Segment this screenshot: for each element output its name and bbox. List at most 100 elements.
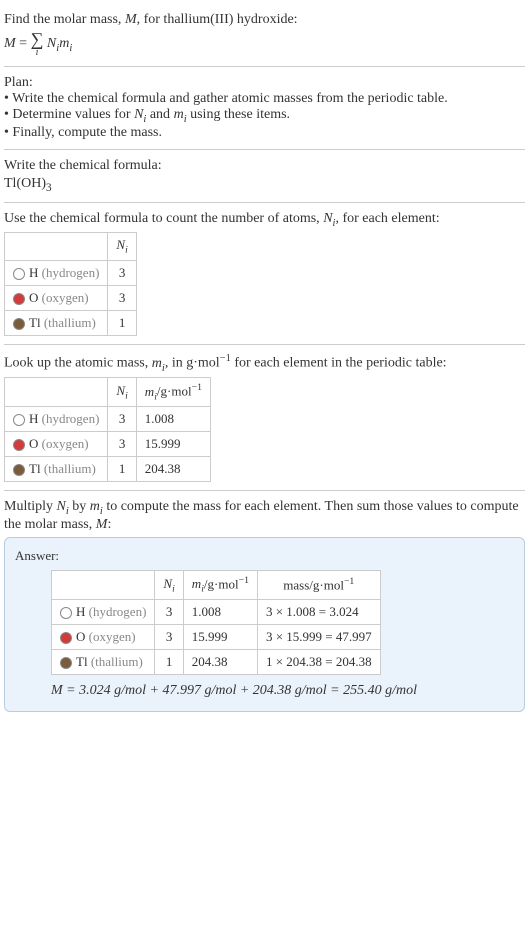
exp-neg1b: −1 xyxy=(192,382,202,393)
var-M3: M xyxy=(96,517,108,532)
intro-line1: Find the molar mass, M, for thallium(III… xyxy=(4,12,525,28)
lookup-heading: Look up the atomic mass, mi, in g·mol−1 … xyxy=(4,353,525,373)
N-h: N xyxy=(116,237,125,252)
N-h2: N xyxy=(116,383,125,398)
el-sym: H xyxy=(76,604,85,619)
table-row: H (hydrogen) 3 1.008 xyxy=(5,407,211,432)
m-letter4: m xyxy=(90,499,100,514)
calc-cell: 3 × 15.999 = 47.997 xyxy=(257,625,380,650)
var-mi-plan: mi xyxy=(174,107,187,122)
calc-cell: 3 × 1.008 = 3.024 xyxy=(257,600,380,625)
element-swatch-icon xyxy=(60,632,72,644)
element-cell: Tl (thallium) xyxy=(5,457,108,482)
el-name: (oxygen) xyxy=(42,290,89,305)
el-sym: Tl xyxy=(29,461,41,476)
element-swatch-icon xyxy=(13,293,25,305)
molar-mass-formula: M = ∑i Nimi xyxy=(4,30,525,58)
empty-header xyxy=(52,571,155,600)
plan-b2b: and xyxy=(146,107,173,122)
table-row: O (oxygen) 3 15.999 xyxy=(5,432,211,457)
table-row: O (oxygen) 3 xyxy=(5,285,137,310)
m-letter3: m xyxy=(152,356,162,371)
el-sym: O xyxy=(76,629,85,644)
multiply-heading: Multiply Ni by mi to compute the mass fo… xyxy=(4,499,525,533)
plan-bullet-2: • Determine values for Ni and mi using t… xyxy=(4,107,525,125)
unit-text: /g·mol xyxy=(157,384,192,399)
plan-heading: Plan: xyxy=(4,75,525,91)
element-cell: H (hydrogen) xyxy=(52,600,155,625)
plan-bullet-3: • Finally, compute the mass. xyxy=(4,125,525,141)
unit-text2: /g·mol xyxy=(204,576,239,591)
n-cell: 3 xyxy=(108,432,136,457)
mass-h-text: mass/g·mol xyxy=(283,578,344,593)
el-sym: O xyxy=(29,436,38,451)
n-cell: 3 xyxy=(108,260,136,285)
table-row: H (hydrogen) 3 1.008 3 × 1.008 = 3.024 xyxy=(52,600,381,625)
table-row: Tl (thallium) 1 204.38 xyxy=(5,457,211,482)
m-h: m xyxy=(145,384,154,399)
lookup-section: Look up the atomic mass, mi, in g·mol−1 … xyxy=(4,345,525,491)
plan-b2a: • Determine values for xyxy=(4,107,134,122)
plan-section: Plan: • Write the chemical formula and g… xyxy=(4,67,525,150)
n-cell: 3 xyxy=(155,625,183,650)
N-h3: N xyxy=(163,576,172,591)
intro-text-a: Find the molar mass, xyxy=(4,12,125,27)
el-sym: O xyxy=(29,290,38,305)
answer-box: Answer: Ni mi/g·mol−1 mass/g·mol−1 H (hy… xyxy=(4,537,525,712)
var-Ni: Ni xyxy=(47,36,59,51)
lookup-table: Ni mi/g·mol−1 H (hydrogen) 3 1.008 O (ox… xyxy=(4,377,211,482)
m-cell: 15.999 xyxy=(136,432,210,457)
m-letter2: m xyxy=(174,107,184,122)
chemical-formula: Tl(OH)3 xyxy=(4,176,525,194)
element-cell: H (hydrogen) xyxy=(5,260,108,285)
m-cell: 1.008 xyxy=(183,600,257,625)
m-cell: 204.38 xyxy=(136,457,210,482)
el-sym: Tl xyxy=(76,654,88,669)
element-swatch-icon xyxy=(13,318,25,330)
intro-section: Find the molar mass, M, for thallium(III… xyxy=(4,4,525,67)
element-cell: O (oxygen) xyxy=(52,625,155,650)
mh-b: by xyxy=(69,499,90,514)
count-ha: Use the chemical formula to count the nu… xyxy=(4,211,323,226)
plan-bullet-1: • Write the chemical formula and gather … xyxy=(4,91,525,107)
mh-d: : xyxy=(107,517,111,532)
count-hb: , for each element: xyxy=(335,211,439,226)
answer-label: Answer: xyxy=(15,548,514,564)
sigma-icon: ∑i xyxy=(31,30,44,58)
element-swatch-icon xyxy=(13,414,25,426)
plan-b2c: using these items. xyxy=(187,107,290,122)
el-name: (thallium) xyxy=(44,315,96,330)
N-letter4: N xyxy=(57,499,66,514)
lh-a: Look up the atomic mass, xyxy=(4,356,152,371)
mi-header: mi/g·mol−1 xyxy=(136,378,210,407)
exp-neg1c: −1 xyxy=(239,575,249,586)
calc-cell: 1 × 204.38 = 204.38 xyxy=(257,650,380,675)
el-name: (thallium) xyxy=(44,461,96,476)
el-sym: H xyxy=(29,411,38,426)
Ni-header: Ni xyxy=(155,571,183,600)
m-cell: 1.008 xyxy=(136,407,210,432)
n-cell: 1 xyxy=(155,650,183,675)
mass-header: mass/g·mol−1 xyxy=(257,571,380,600)
formula-sub: 3 xyxy=(46,182,52,194)
el-name: (hydrogen) xyxy=(42,411,100,426)
empty-header xyxy=(5,378,108,407)
table-row: Tl (thallium) 1 204.38 1 × 204.38 = 204.… xyxy=(52,650,381,675)
n-cell: 3 xyxy=(155,600,183,625)
var-mi: mi xyxy=(59,36,72,51)
element-cell: O (oxygen) xyxy=(5,285,108,310)
var-M2: M xyxy=(4,36,16,51)
lh-b: , in g·mol xyxy=(165,356,220,371)
el-name: (oxygen) xyxy=(89,629,136,644)
N-letter3: N xyxy=(323,211,332,226)
element-swatch-icon xyxy=(60,657,72,669)
var-Ni-count: Ni xyxy=(323,211,335,226)
var-Ni-plan: Ni xyxy=(134,107,146,122)
write-heading: Write the chemical formula: xyxy=(4,158,525,174)
Ni-header: Ni xyxy=(108,233,136,261)
formula-main: Tl(OH) xyxy=(4,176,46,191)
Ni-header: Ni xyxy=(108,378,136,407)
lh-c: for each element in the periodic table: xyxy=(231,356,447,371)
table-header-row: Ni mi/g·mol−1 xyxy=(5,378,211,407)
element-cell: H (hydrogen) xyxy=(5,407,108,432)
